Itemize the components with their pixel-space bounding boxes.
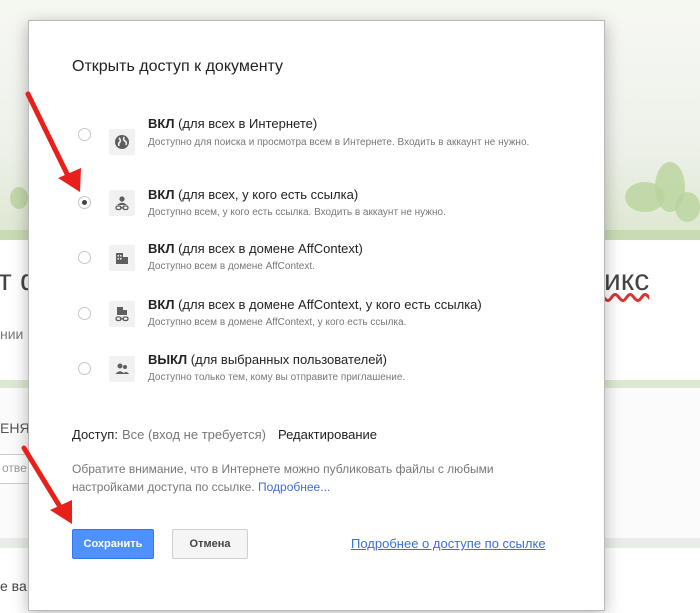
option-title: ВКЛ (для всех в домене AffContext): [148, 241, 363, 256]
access-row: Доступ: Все (вход не требуется) Редактиров…: [72, 427, 377, 442]
cancel-button[interactable]: Отмена: [172, 529, 248, 559]
dialog-title: Открыть доступ к документу: [72, 58, 284, 75]
radio-public-web[interactable]: [78, 128, 91, 141]
share-dialog: Открыть доступ к документу ВКЛ (для всех…: [28, 20, 605, 611]
radio-domain-with-link[interactable]: [78, 307, 91, 320]
option-description: Доступно всем в домене AffContext, у ког…: [148, 317, 407, 328]
globe-icon: [109, 129, 135, 155]
option-title: ВЫКЛ (для выбранных пользователей): [148, 352, 388, 367]
option-anyone-with-link[interactable]: ВКЛ (для всех, у кого есть ссылка) Досту…: [73, 187, 573, 219]
option-description: Доступно для поиска и просмотра всем в И…: [148, 137, 530, 148]
option-domain[interactable]: ВКЛ (для всех в домене AffContext) Досту…: [73, 241, 573, 277]
option-title: ВКЛ (для всех в Интернете): [148, 116, 318, 131]
radio-specific-people[interactable]: [78, 362, 91, 375]
bg-heading-right: икс: [604, 264, 650, 297]
bg-input: отве: [0, 454, 31, 484]
bg-text-2: ЕНЯ: [0, 420, 30, 436]
option-specific-people[interactable]: ВЫКЛ (для выбранных пользователей) Досту…: [73, 352, 573, 387]
building-link-icon: [109, 301, 135, 327]
option-description: Доступно всем, у кого есть ссылка. Входи…: [148, 207, 446, 218]
access-value: Все (вход не требуется): [121, 427, 266, 442]
link-sharing-help-link[interactable]: Подробнее о доступе по ссылке: [351, 536, 546, 551]
option-description: Доступно всем в домене AffContext.: [148, 261, 315, 272]
radio-domain[interactable]: [78, 251, 91, 264]
permission-dropdown[interactable]: Редактирование: [278, 427, 377, 442]
option-public-web[interactable]: ВКЛ (для всех в Интернете) Доступно для …: [73, 116, 573, 161]
bg-text-1: нии: [0, 326, 24, 342]
building-icon: [109, 245, 135, 271]
radio-anyone-with-link[interactable]: [78, 196, 91, 209]
option-title: ВКЛ (для всех, у кого есть ссылка): [148, 187, 359, 202]
note-text: Обратите внимание, что в Интернете можно…: [72, 462, 494, 494]
people-icon: [109, 356, 135, 382]
bg-text-3: е ва: [0, 578, 27, 594]
access-label: Доступ:: [72, 427, 118, 442]
option-description: Доступно только тем, кому вы отправите п…: [148, 372, 406, 383]
link-person-icon: [109, 190, 135, 216]
option-domain-with-link[interactable]: ВКЛ (для всех в домене AffContext, у ког…: [73, 297, 573, 333]
save-button[interactable]: Сохранить: [72, 529, 154, 559]
note-more-link[interactable]: Подробнее...: [258, 480, 330, 494]
option-title: ВКЛ (для всех в домене AffContext, у ког…: [148, 297, 482, 312]
top-strip: [0, 0, 700, 12]
